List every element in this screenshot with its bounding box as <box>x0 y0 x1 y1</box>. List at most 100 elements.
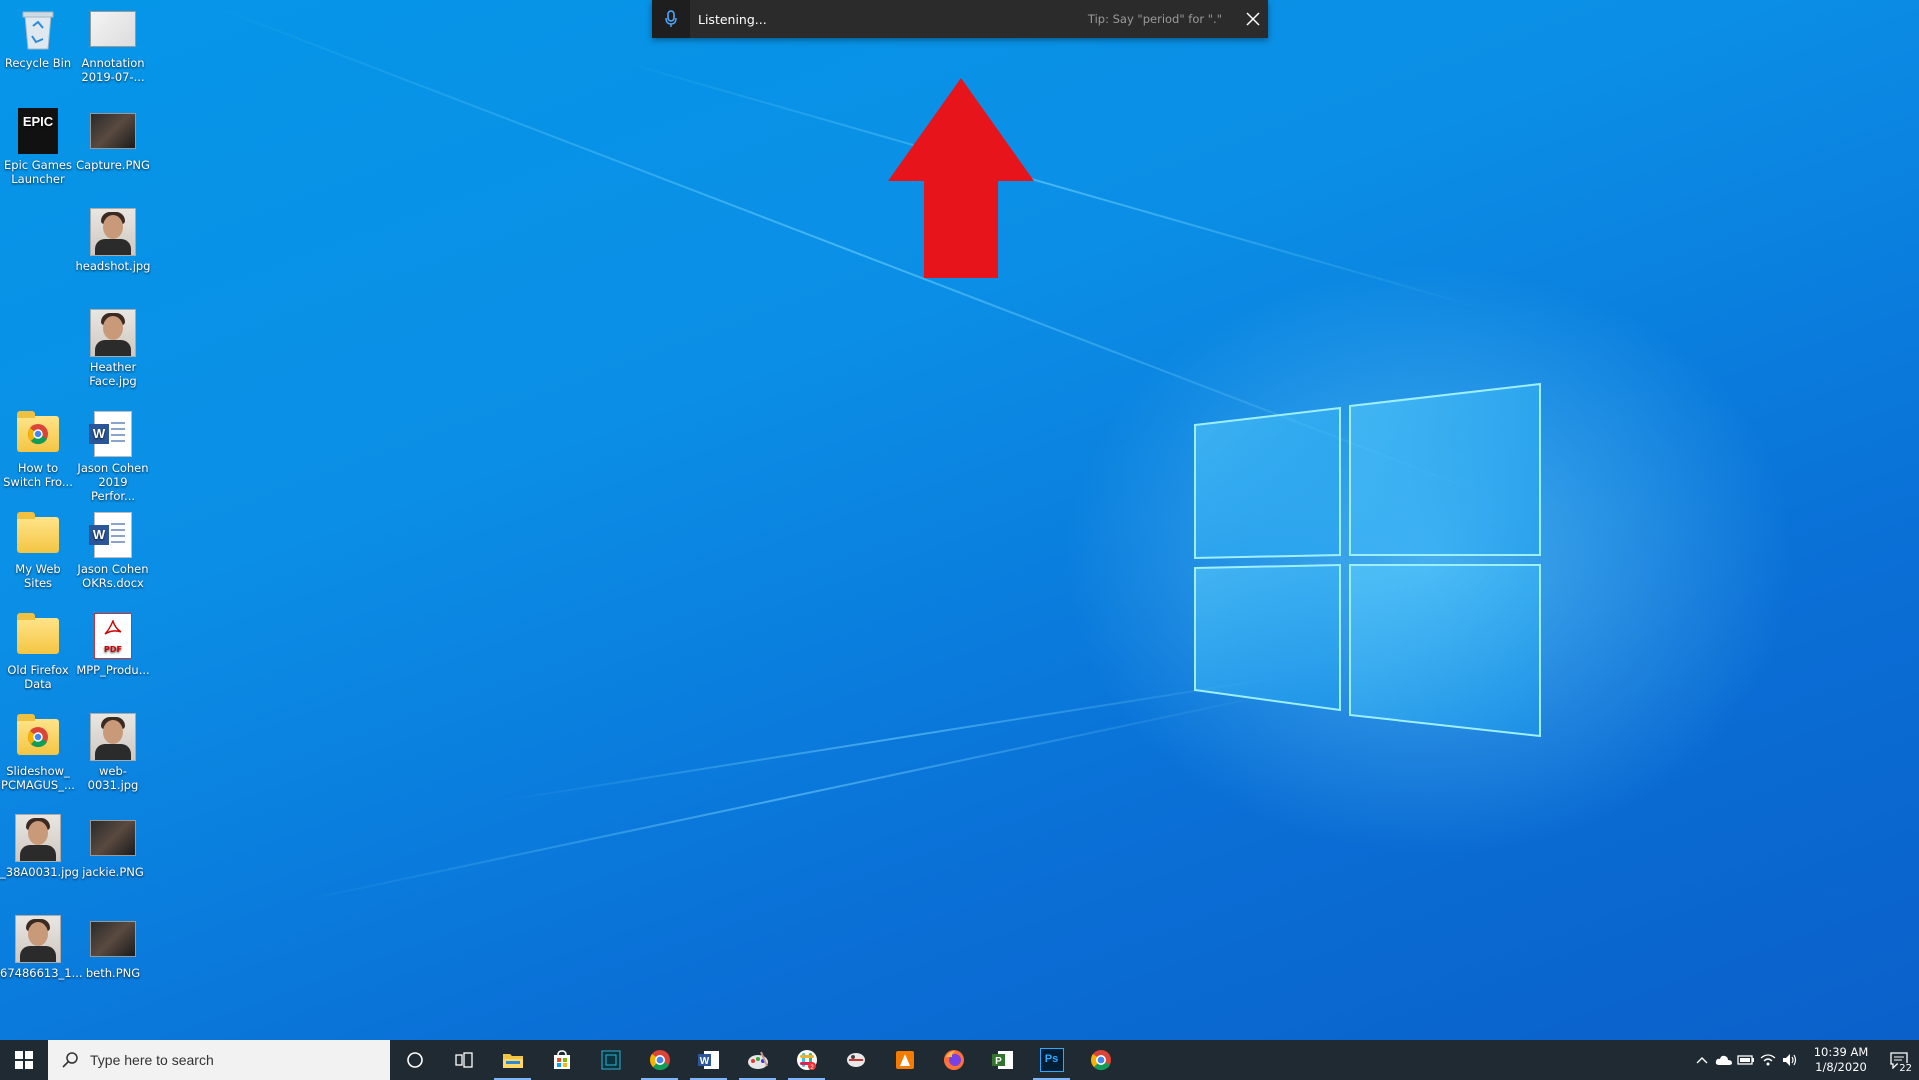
folder-icon <box>15 613 61 659</box>
word-icon: W <box>697 1050 720 1070</box>
folder-icon <box>502 1051 524 1069</box>
voice-typing-bar: Listening... Tip: Say "period" for "." <box>652 0 1268 38</box>
wallpaper-beam <box>619 60 1486 311</box>
image-file-icon <box>90 108 136 154</box>
desktop-icon-label: web-0031.jpg <box>87 764 139 792</box>
taskbar-app-store[interactable] <box>537 1040 586 1080</box>
desktop[interactable]: Recycle Bin Annotation 2019-07-... EPIC Epi… <box>0 0 1919 1080</box>
desktop-icon[interactable]: How to Switch Fro... <box>0 411 76 489</box>
taskbar-app-project[interactable]: P <box>978 1040 1027 1080</box>
taskbar-app-word[interactable]: W <box>684 1040 733 1080</box>
voice-tip-text: Tip: Say "period" for "." <box>1087 12 1222 26</box>
voice-status-text: Listening... <box>698 11 767 27</box>
desktop-icon[interactable]: Old Firefox Data <box>0 613 76 691</box>
close-icon[interactable] <box>1238 0 1268 38</box>
desktop-icon[interactable]: EPIC Epic Games Launcher <box>0 108 76 186</box>
desktop-icon-label: Recycle Bin <box>4 56 72 70</box>
notification-count-badge: 22 <box>1898 1063 1913 1074</box>
desktop-icon-label: _38A0031.jpg <box>0 865 79 879</box>
chrome-folder-icon <box>15 411 61 457</box>
taskbar-app-paint[interactable] <box>733 1040 782 1080</box>
taskbar-app-firefox[interactable] <box>929 1040 978 1080</box>
onedrive-icon[interactable] <box>1713 1054 1735 1066</box>
desktop-icon[interactable]: headshot.jpg <box>75 208 151 273</box>
chrome-icon <box>649 1049 671 1071</box>
taskbar-app-file-explorer[interactable] <box>488 1040 537 1080</box>
desktop-icon-label: Jason Cohen 2019 Perfor... <box>77 461 149 503</box>
windows-logo-wallpaper <box>1194 382 1541 738</box>
desktop-icon-label: MPP_Produ... <box>76 663 150 677</box>
desktop-icon[interactable]: Capture.PNG <box>75 108 151 172</box>
desktop-icon-label: jackie.PNG <box>82 865 144 879</box>
desktop-icon-label: Annotation 2019-07-... <box>81 56 145 84</box>
red-arrow-annotation <box>888 78 1034 278</box>
start-button[interactable] <box>0 1040 48 1080</box>
photo-icon <box>90 309 136 357</box>
desktop-icon[interactable]: 67486613_1... <box>0 915 83 980</box>
desktop-icon[interactable]: jackie.PNG <box>75 815 151 879</box>
store-icon <box>552 1050 572 1070</box>
taskbar-app-task-view[interactable] <box>439 1040 488 1080</box>
desktop-icon[interactable]: Heather Face.jpg <box>75 309 151 388</box>
desktop-icon-label: headshot.jpg <box>75 259 151 273</box>
photo-icon <box>15 814 61 862</box>
windows-start-icon <box>15 1051 33 1069</box>
desktop-icon[interactable]: web-0031.jpg <box>75 713 151 792</box>
chevron-up-icon[interactable] <box>1691 1056 1713 1064</box>
wifi-icon[interactable] <box>1757 1053 1779 1067</box>
battery-icon[interactable] <box>1735 1054 1757 1066</box>
desktop-icon[interactable]: Annotation 2019-07-... <box>75 6 151 84</box>
desktop-icon-label: Jason Cohen OKRs.docx <box>77 562 149 590</box>
taskbar: W 2 P Ps 10:39 AM 1/8/2020 <box>0 1040 1919 1080</box>
wallpaper-beam <box>499 674 1291 802</box>
taskbar-app-vlc[interactable] <box>880 1040 929 1080</box>
recycle-bin-icon <box>15 6 61 52</box>
slack-icon: 2 <box>796 1049 818 1071</box>
taskbar-app-photoshop[interactable]: Ps <box>1027 1040 1076 1080</box>
desktop-icon-label: 67486613_1... <box>0 966 83 980</box>
desktop-icon[interactable]: My Web Sites <box>0 512 76 590</box>
vlc-icon <box>895 1050 915 1070</box>
desktop-icon-label: Slideshow_ PCMAGUS_... <box>1 764 75 792</box>
clock[interactable]: 10:39 AM 1/8/2020 <box>1811 1045 1871 1075</box>
system-tray: 10:39 AM 1/8/2020 22 <box>1691 1040 1919 1080</box>
taskbar-search-box[interactable] <box>48 1040 390 1080</box>
photoshop-icon: Ps <box>1039 1048 1064 1072</box>
chrome-folder-icon <box>15 714 61 760</box>
task-view-icon <box>454 1052 473 1068</box>
clock-date: 1/8/2020 <box>1815 1060 1867 1074</box>
microphone-icon[interactable] <box>652 0 690 38</box>
desktop-icon[interactable]: W Jason Cohen OKRs.docx <box>75 512 151 590</box>
taskbar-app-app-dark[interactable] <box>586 1040 635 1080</box>
taskbar-app-cortana[interactable] <box>390 1040 439 1080</box>
taskbar-pinned-apps: W 2 P Ps <box>390 1040 1125 1080</box>
desktop-icon-label: How to Switch Fro... <box>3 461 73 489</box>
search-input[interactable] <box>88 1051 362 1069</box>
desktop-icon-label: Heather Face.jpg <box>89 360 137 388</box>
desktop-icon[interactable]: W Jason Cohen 2019 Perfor... <box>75 411 151 503</box>
image-file-icon <box>90 6 136 52</box>
taskbar-app-chrome-2[interactable] <box>1076 1040 1125 1080</box>
desktop-icon-label: Old Firefox Data <box>7 663 69 691</box>
desktop-icon[interactable]: Slideshow_ PCMAGUS_... <box>0 714 76 792</box>
action-center-button[interactable]: 22 <box>1879 1040 1919 1080</box>
volume-icon[interactable] <box>1779 1053 1801 1067</box>
taskbar-app-slack[interactable]: 2 <box>782 1040 831 1080</box>
image-file-icon <box>90 916 136 962</box>
taskbar-app-chrome[interactable] <box>635 1040 684 1080</box>
desktop-icon-label: Capture.PNG <box>76 158 150 172</box>
snip-icon <box>845 1050 867 1070</box>
word-doc-icon: W <box>89 512 136 558</box>
desktop-icon-label: My Web Sites <box>15 562 61 590</box>
search-icon <box>62 1052 78 1068</box>
taskbar-app-snip[interactable] <box>831 1040 880 1080</box>
desktop-icon[interactable]: PDF MPP_Produ... <box>75 613 151 677</box>
desktop-icon[interactable]: Recycle Bin <box>0 6 76 70</box>
desktop-icon[interactable]: _38A0031.jpg <box>0 814 79 879</box>
firefox-icon <box>943 1049 965 1071</box>
desktop-icon-label: Epic Games Launcher <box>4 158 72 186</box>
project-icon: P <box>991 1050 1014 1070</box>
desktop-icon[interactable]: beth.PNG <box>75 916 151 980</box>
app-icon <box>601 1050 621 1070</box>
photo-icon <box>15 915 61 963</box>
